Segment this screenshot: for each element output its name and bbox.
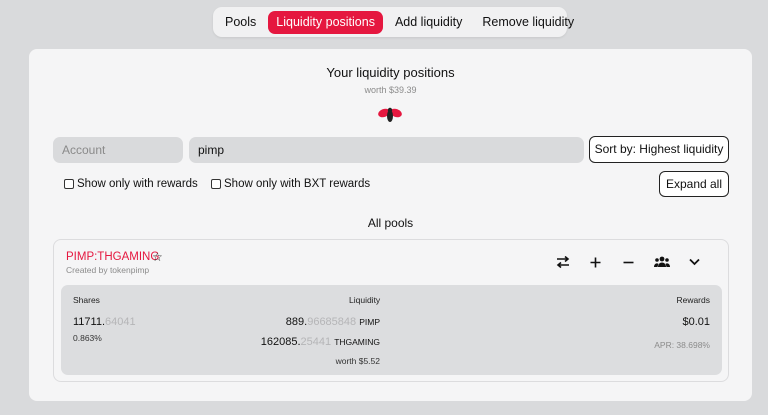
rewards-checkbox-label: Show only with rewards (77, 178, 198, 190)
liquidity-worth: worth $5.52 (335, 356, 380, 366)
pool-details: Shares Liquidity Rewards 11711.64041 0.8… (61, 285, 722, 375)
total-worth: worth $39.39 (364, 85, 417, 95)
rewards-value: $0.01 (682, 316, 710, 328)
plus-icon[interactable] (579, 254, 612, 270)
shares-header: Shares (73, 295, 100, 305)
rewards-header: Rewards (676, 295, 710, 305)
page-title: Your liquidity positions (326, 65, 455, 80)
minus-icon[interactable] (612, 254, 645, 270)
liquidity-pimp: 889.96685848 PIMP (285, 316, 380, 328)
chevron-down-icon[interactable] (678, 254, 711, 270)
tab-pools[interactable]: Pools (217, 11, 264, 34)
section-title: All pools (367, 216, 414, 230)
star-icon[interactable]: ☆ (152, 250, 163, 264)
bxt-rewards-checkbox-label: Show only with BXT rewards (224, 178, 371, 190)
rewards-filter[interactable]: Show only with rewards (64, 178, 198, 190)
tab-liquidity-positions[interactable]: Liquidity positions (268, 10, 383, 34)
positions-card: Your liquidity positions worth $39.39 So… (29, 49, 752, 401)
sort-button[interactable]: Sort by: Highest liquidity (589, 136, 729, 163)
liquidity-thgaming: 162085.25441 THGAMING (260, 336, 380, 348)
apr-value: APR: 38.698% (654, 340, 710, 350)
nav-tabs: Pools Liquidity positions Add liquidity … (213, 7, 574, 37)
search-input[interactable] (189, 137, 584, 163)
share-percent: 0.863% (73, 333, 102, 343)
rewards-checkbox[interactable] (64, 179, 74, 189)
swap-icon[interactable] (546, 254, 579, 270)
tab-remove-liquidity[interactable]: Remove liquidity (474, 11, 582, 34)
pool-creator: Created by tokenpimp (66, 265, 150, 275)
bxt-rewards-filter[interactable]: Show only with BXT rewards (211, 178, 370, 190)
account-input[interactable] (53, 137, 183, 163)
pool-actions (546, 254, 711, 270)
pool-card: PIMP:THGAMING ☆ Created by tokenpimp Sha… (53, 239, 729, 382)
pool-name-link[interactable]: PIMP:THGAMING (66, 251, 159, 263)
shares-value: 11711.64041 (73, 316, 136, 328)
bxt-rewards-checkbox[interactable] (211, 179, 221, 189)
bee-logo-icon (378, 107, 402, 122)
expand-all-button[interactable]: Expand all (659, 171, 729, 197)
users-icon[interactable] (645, 254, 678, 270)
tab-add-liquidity[interactable]: Add liquidity (387, 11, 470, 34)
liquidity-header: Liquidity (349, 295, 381, 305)
